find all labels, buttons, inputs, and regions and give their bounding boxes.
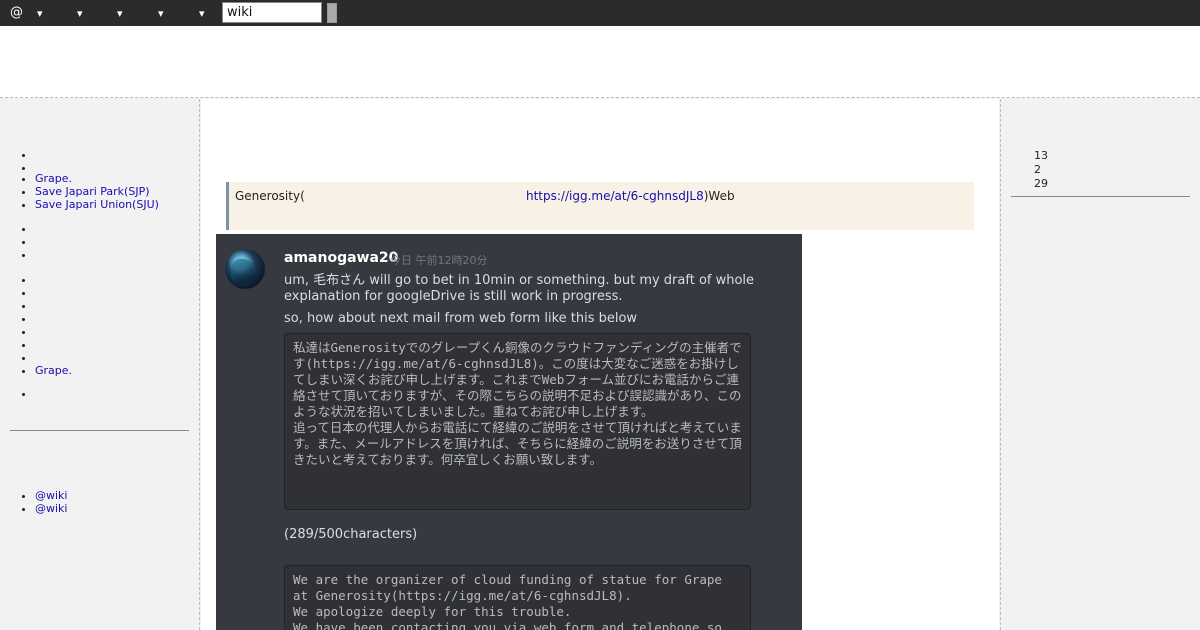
footer-links: @wiki @wiki	[0, 489, 67, 515]
message-timestamp: 今日 午前12時20分	[390, 254, 488, 267]
list-item	[35, 273, 72, 286]
quote-link-igg[interactable]: https://igg.me/at/6-cghnsdJL8	[526, 189, 704, 203]
page-header	[0, 26, 1200, 98]
search-button[interactable]	[327, 3, 337, 23]
counter-yesterday: 29	[1034, 177, 1048, 190]
left-sidebar: Grape. Save Japari Park(SJP) Save Japari…	[0, 99, 200, 630]
right-sidebar: 13 2 29	[1000, 99, 1200, 630]
list-item: @wiki	[35, 502, 67, 515]
footer-link-atwiki-2[interactable]: @wiki	[35, 502, 67, 515]
menu-group-1	[0, 148, 35, 171]
menu-link-sju[interactable]: Save Japari Union(SJU)	[35, 198, 159, 211]
nav-dropdown-2-chevron-down-icon[interactable]: ▾	[77, 7, 83, 20]
menu-group-4	[0, 387, 35, 400]
message-char-count: (289/500characters)	[284, 527, 418, 542]
list-item: Grape.	[35, 172, 159, 185]
list-item: @wiki	[35, 489, 67, 502]
top-navigation-bar: @ ▾ ▾ ▾ ▾ ▾	[0, 0, 1200, 26]
menu-group-2	[0, 222, 35, 261]
menu-link-grape[interactable]: Grape.	[35, 172, 72, 185]
code-block-japanese: 私達はGenerosityでのグレープくん銅像のクラウドファンディングの主催者で…	[284, 333, 751, 510]
main-content: Generosity( https://igg.me/at/6-cghnsdJL…	[201, 99, 999, 630]
menu-link-sjp[interactable]: Save Japari Park(SJP)	[35, 185, 150, 198]
message-line-1: um, 毛布さん will go to bet in 10min or some…	[284, 273, 755, 304]
list-item: Save Japari Union(SJU)	[35, 198, 159, 211]
counter-today: 2	[1034, 163, 1041, 176]
message-username: amanogawa20	[284, 250, 399, 266]
atwiki-logo-link[interactable]: @	[10, 5, 23, 20]
footer-link-atwiki-1[interactable]: @wiki	[35, 489, 67, 502]
menu-link-grape-2[interactable]: Grape.	[35, 364, 72, 377]
avatar	[225, 249, 265, 289]
nav-dropdown-5-chevron-down-icon[interactable]: ▾	[199, 7, 205, 20]
code-block-english: We are the organizer of cloud funding of…	[284, 565, 751, 630]
nav-dropdown-4-chevron-down-icon[interactable]: ▾	[158, 7, 164, 20]
list-item	[35, 338, 72, 351]
list-item	[35, 286, 72, 299]
list-item	[35, 351, 72, 364]
sidebar-divider	[10, 430, 189, 431]
counter-list: 13 2 29	[1034, 149, 1048, 191]
chat-screenshot-image: amanogawa20 今日 午前12時20分 um, 毛布さん will go…	[216, 234, 802, 630]
nav-dropdown-1-chevron-down-icon[interactable]: ▾	[37, 7, 43, 20]
list-item	[35, 299, 72, 312]
search-input[interactable]	[222, 2, 322, 23]
list-item: Save Japari Park(SJP)	[35, 185, 159, 198]
sidebar-divider	[1011, 196, 1190, 197]
list-item: Grape.	[35, 364, 72, 377]
message-line-2: so, how about next mail from web form li…	[284, 311, 638, 326]
quote-text: Generosity(	[235, 189, 305, 203]
nav-dropdown-3-chevron-down-icon[interactable]: ▾	[117, 7, 123, 20]
menu-group-links: Grape. Save Japari Park(SJP) Save Japari…	[0, 172, 159, 211]
counter-total: 13	[1034, 149, 1048, 162]
quote-block: Generosity( https://igg.me/at/6-cghnsdJL…	[226, 182, 974, 230]
menu-group-3: Grape.	[0, 273, 72, 377]
quote-suffix: )Web	[703, 189, 735, 203]
list-item	[35, 325, 72, 338]
list-item	[35, 312, 72, 325]
